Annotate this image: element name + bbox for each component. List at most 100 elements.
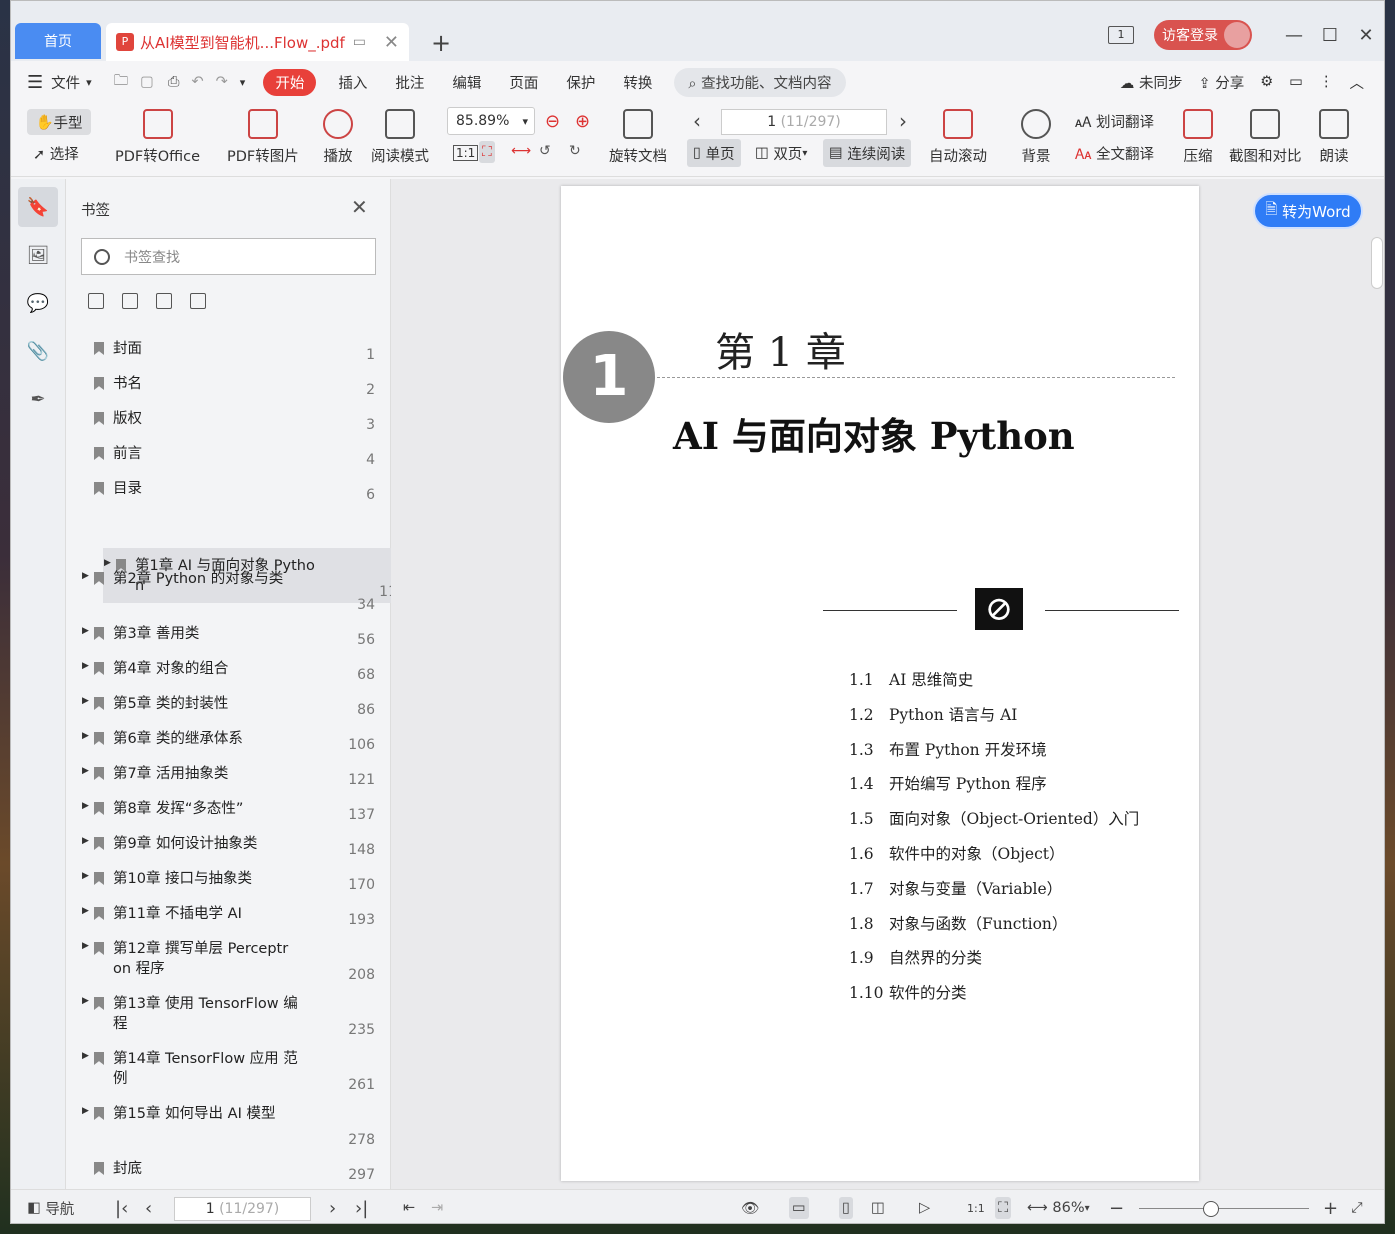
play-icon[interactable]: ▷ <box>919 1190 930 1223</box>
expand-arrow-icon[interactable]: ▶ <box>82 906 89 916</box>
bookmark-item[interactable]: ▶ 第13章 使用 TensorFlow 编程 235 <box>81 986 384 1041</box>
single-page-button[interactable]: ▯ 单页 <box>687 139 741 167</box>
bookmark-item[interactable]: ▶ 第7章 活用抽象类 121 <box>81 756 384 791</box>
word-translate-button[interactable]: 🗚 划词翻译 <box>1075 111 1154 132</box>
back-icon[interactable]: ⇤ <box>403 1190 415 1223</box>
zoom-in-icon[interactable]: + <box>1323 1190 1338 1223</box>
bookmark-item[interactable]: 版权 3 <box>81 401 384 436</box>
menu-protect[interactable]: 保护 <box>566 72 595 93</box>
rotate-left-icon[interactable]: ↺ <box>539 143 551 159</box>
collapse-all-icon[interactable] <box>122 293 138 309</box>
expand-arrow-icon[interactable]: ▶ <box>82 661 89 671</box>
play-button[interactable]: 播放 <box>323 109 353 166</box>
expand-arrow-icon[interactable]: ▶ <box>82 1051 89 1061</box>
bookmark-item[interactable]: 封底 297 <box>81 1151 384 1186</box>
expand-arrow-icon[interactable]: ▶ <box>82 996 89 1006</box>
scrollbar-thumb[interactable] <box>1371 237 1383 289</box>
zoom-menu[interactable]: ⟷ 86% ▾ <box>1027 1190 1090 1223</box>
vertical-scrollbar[interactable] <box>1369 189 1383 1179</box>
bookmark-item[interactable]: 书名 2 <box>81 366 384 401</box>
bookmark-item[interactable]: ▶ 第15章 如何导出 AI 模型 278 <box>81 1096 384 1151</box>
rotate-right-icon[interactable]: ↻ <box>569 143 581 159</box>
compress-button[interactable]: 压缩 <box>1183 109 1213 166</box>
bookmark-item[interactable]: ▶ 第10章 接口与抽象类 170 <box>81 861 384 896</box>
pin-icon[interactable]: ▭ <box>353 34 366 50</box>
minimize-icon[interactable]: — <box>1276 25 1312 46</box>
comment-icon[interactable]: 💬 <box>18 283 58 323</box>
menu-annotate[interactable]: 批注 <box>395 72 424 93</box>
zoom-in-icon[interactable]: ⊕ <box>575 111 590 132</box>
sync-status[interactable]: ☁ 未同步 <box>1120 72 1183 93</box>
login-button[interactable]: 访客登录 <box>1154 20 1252 50</box>
undo-icon[interactable]: ↶ <box>191 74 203 90</box>
bookmark-item[interactable]: ▶ 第4章 对象的组合 68 <box>81 651 384 686</box>
page-break-icon[interactable]: ▭ <box>789 1190 809 1223</box>
chevron-down-icon[interactable]: ▾ <box>86 76 92 89</box>
zoom-select[interactable]: 85.89% ▾ <box>447 107 535 135</box>
delete-bookmark-icon[interactable] <box>190 293 206 309</box>
nav-toggle-button[interactable]: ◧ 导航 <box>27 1190 74 1223</box>
prev-page-icon[interactable]: ‹ <box>145 1190 152 1223</box>
document-viewport[interactable]: 1 第 1 章 AI 与面向对象 Python ⊘ 1.1 AI 思维简史 1.2 P… <box>391 179 1384 1189</box>
bookmark-item[interactable]: ▶ 第8章 发挥“多态性” 137 <box>81 791 384 826</box>
double-page-button[interactable]: ◫ 双页 ▾ <box>749 139 813 167</box>
more-dropdown-icon[interactable]: ▾ <box>240 76 246 89</box>
expand-arrow-icon[interactable]: ▶ <box>82 836 89 846</box>
save-icon[interactable]: ▢ <box>140 74 154 90</box>
double-view-icon[interactable]: ◫ <box>871 1190 885 1223</box>
expand-arrow-icon[interactable]: ▶ <box>82 941 89 951</box>
expand-all-icon[interactable] <box>88 293 104 309</box>
more-icon[interactable]: ⋮ <box>1319 74 1334 90</box>
next-page-icon[interactable]: › <box>329 1190 336 1223</box>
expand-arrow-icon[interactable]: ▶ <box>82 696 89 706</box>
fit-page-icon[interactable]: ⛶ <box>479 141 495 163</box>
actual-size-icon[interactable]: 1:1 <box>967 1190 985 1223</box>
actual-size-icon[interactable]: 1:1 <box>453 145 479 161</box>
hamburger-icon[interactable]: ☰ <box>27 72 43 93</box>
signature-icon[interactable]: ✒ <box>18 379 58 419</box>
bookmark-item[interactable]: ▶ 第2章 Python 的对象与类 34 <box>81 561 384 616</box>
page-number-input[interactable]: 1 (11/297) <box>721 109 887 135</box>
auto-scroll-button[interactable]: 自动滚动 <box>929 109 987 166</box>
close-window-icon[interactable]: ✕ <box>1348 25 1384 46</box>
hand-tool-button[interactable]: ✋ 手型 <box>27 109 91 135</box>
menu-page[interactable]: 页面 <box>509 72 538 93</box>
redo-icon[interactable]: ↷ <box>216 74 228 90</box>
screenshot-compare-button[interactable]: 截图和对比 <box>1229 109 1302 166</box>
close-tab-icon[interactable]: ✕ <box>384 32 399 53</box>
eye-protect-icon[interactable]: 👁 <box>741 1190 759 1223</box>
select-tool-button[interactable]: ➚ 选择 <box>33 143 79 164</box>
add-tab-button[interactable]: + <box>431 29 451 57</box>
continuous-read-button[interactable]: ▤ 连续阅读 <box>823 139 912 167</box>
bookmark-item[interactable]: 前言 4 <box>81 436 384 471</box>
open-folder-icon[interactable]: 🗀 <box>114 70 129 95</box>
maximize-icon[interactable]: ☐ <box>1312 25 1348 46</box>
zoom-slider[interactable] <box>1139 1201 1309 1217</box>
attachment-icon[interactable]: 📎 <box>18 331 58 371</box>
zoom-out-icon[interactable]: ⊖ <box>545 111 560 132</box>
bookmark-item[interactable]: ▶ 第14章 TensorFlow 应用 范例 261 <box>81 1041 384 1096</box>
expand-arrow-icon[interactable]: ▶ <box>82 871 89 881</box>
bookmark-item[interactable]: ▶ 第12章 撰写单层 Perceptr on 程序 208 <box>81 931 384 986</box>
tab-home[interactable]: 首页 <box>15 23 101 59</box>
prev-page-icon[interactable]: ‹ <box>693 109 701 133</box>
expand-arrow-icon[interactable]: ▶ <box>82 626 89 636</box>
gear-icon[interactable]: ⚙ <box>1260 74 1273 90</box>
collapse-ribbon-icon[interactable]: ︿ <box>1350 72 1365 93</box>
zoom-slider-knob[interactable] <box>1203 1201 1219 1217</box>
single-view-icon[interactable]: ▯ <box>839 1190 853 1223</box>
bookmark-icon[interactable]: 🔖 <box>18 187 58 227</box>
search-function-box[interactable]: ⌕ 查找功能、文档内容 <box>674 67 846 97</box>
read-mode-button[interactable]: 阅读模式 <box>371 109 429 166</box>
fit-width-icon[interactable]: ⟷ <box>511 143 531 159</box>
convert-to-word-button[interactable]: 🗎 转为Word <box>1253 193 1363 229</box>
rotate-doc-button[interactable]: 旋转文档 <box>609 109 667 166</box>
expand-arrow-icon[interactable]: ▶ <box>82 1106 89 1116</box>
first-page-icon[interactable]: |‹ <box>115 1190 128 1223</box>
next-page-icon[interactable]: › <box>899 109 907 133</box>
background-button[interactable]: 背景 <box>1021 109 1051 166</box>
fullscreen-icon[interactable]: ⤢ <box>1351 1190 1363 1223</box>
bookmark-item[interactable]: ▶ 第5章 类的封装性 86 <box>81 686 384 721</box>
fit-page-icon[interactable]: ⛶ <box>995 1190 1012 1223</box>
print-icon[interactable]: ⎙ <box>168 74 180 90</box>
